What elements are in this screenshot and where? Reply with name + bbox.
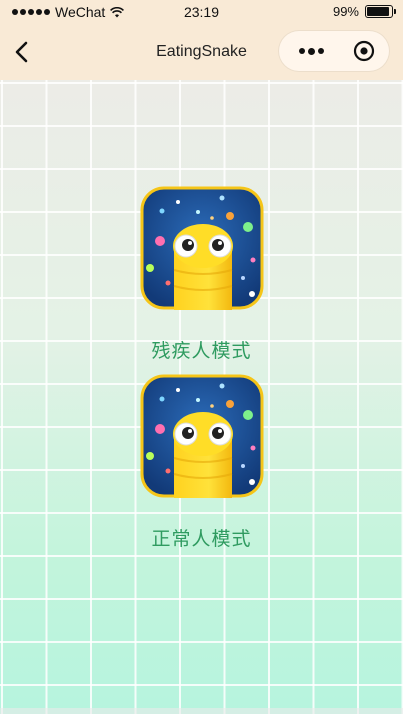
bottom-edge [0, 708, 403, 714]
battery-status: 99% [332, 4, 396, 19]
status-bar: WeChat 23:19 99% [0, 0, 403, 24]
mode-label[interactable]: 正常人模式 [151, 524, 251, 551]
snake-game-icon[interactable] [140, 374, 264, 498]
mode-option-normal[interactable]: 正常人模式 [0, 374, 403, 551]
mini-program-capsule [279, 31, 389, 71]
more-menu-icon[interactable] [289, 31, 333, 71]
battery-percent: 99% [332, 4, 359, 19]
game-mode-screen: 残疾人模式 正常人模式 [0, 80, 403, 714]
mode-option-disabled[interactable]: 残疾人模式 [0, 186, 403, 363]
battery-icon [365, 5, 396, 18]
close-target-icon[interactable] [353, 40, 375, 62]
mode-label[interactable]: 残疾人模式 [151, 336, 251, 363]
snake-game-icon[interactable] [140, 186, 264, 310]
navigation-bar: EatingSnake [0, 24, 403, 80]
